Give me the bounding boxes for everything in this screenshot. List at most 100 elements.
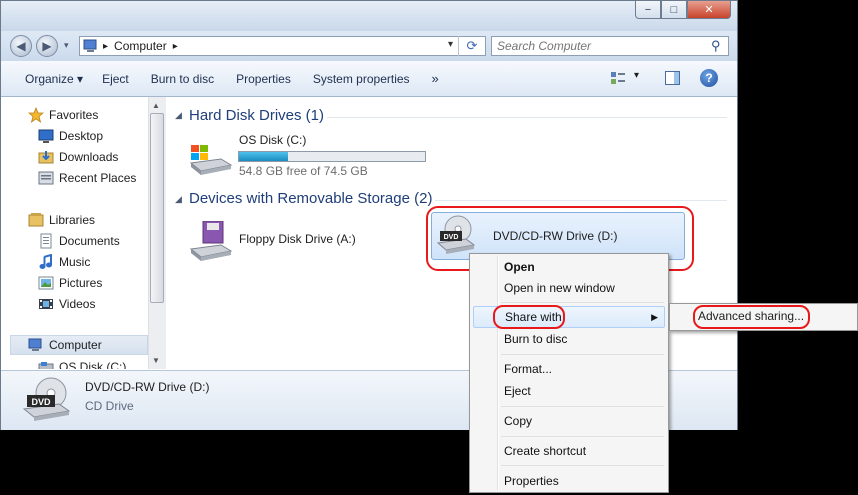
recent-places-icon: [38, 170, 54, 186]
breadcrumb-computer[interactable]: Computer: [114, 39, 167, 53]
downloads-folder-icon: [38, 149, 54, 165]
highlight-ring-advanced-sharing: [693, 305, 810, 329]
nav-os-disk[interactable]: OS Disk (C:): [38, 357, 126, 369]
highlight-ring-share-with: [493, 305, 565, 329]
help-icon[interactable]: ?: [700, 69, 718, 87]
preview-pane-icon[interactable]: [665, 71, 680, 85]
floppy-drive-name[interactable]: Floppy Disk Drive (A:): [239, 232, 356, 246]
title-bar[interactable]: − □ ✕: [1, 1, 737, 31]
hard-disk-icon: [38, 359, 54, 369]
nav-libraries[interactable]: Libraries: [28, 210, 95, 230]
nav-label: Libraries: [49, 213, 96, 227]
organize-button[interactable]: Organize ▾: [1, 72, 94, 86]
collapse-hdd-icon[interactable]: ◢: [175, 110, 182, 121]
search-icon[interactable]: ⚲: [711, 38, 721, 54]
menu-open-new-window[interactable]: Open in new window: [473, 277, 665, 299]
forward-arrow-icon: ▶: [42, 39, 52, 53]
context-menu: Open Open in new window Share with ▶ Bur…: [469, 253, 669, 493]
more-commands-button[interactable]: »: [421, 71, 450, 86]
details-drive-name: DVD/CD-RW Drive (D:): [85, 380, 210, 394]
forward-button[interactable]: ▶: [36, 35, 58, 57]
desktop-icon: [38, 128, 54, 144]
nav-label: Recent Places: [59, 171, 137, 185]
nav-label: Downloads: [59, 150, 119, 164]
minimize-button[interactable]: −: [635, 1, 661, 19]
menu-separator: [501, 354, 664, 355]
menu-separator: [501, 436, 664, 437]
nav-label: OS Disk (C:): [59, 360, 127, 369]
nav-label: Documents: [59, 234, 120, 248]
computer-icon: [83, 39, 97, 52]
properties-button[interactable]: Properties: [225, 72, 302, 86]
os-disk-name[interactable]: OS Disk (C:): [239, 133, 306, 147]
refresh-icon[interactable]: ⟳: [458, 36, 485, 56]
address-box[interactable]: ▸ Computer ▸ ▾ ⟳: [79, 36, 486, 56]
view-options-dropdown-icon[interactable]: ▾: [634, 70, 639, 81]
nav-desktop[interactable]: Desktop: [38, 126, 103, 146]
search-input[interactable]: [492, 38, 711, 54]
menu-separator: [501, 465, 664, 466]
change-view-icon[interactable]: [610, 70, 626, 86]
breadcrumb-trail-arrow-icon[interactable]: ▸: [173, 41, 178, 52]
nav-label: Computer: [49, 338, 102, 352]
nav-recent-places[interactable]: Recent Places: [38, 168, 136, 188]
floppy-drive-icon[interactable]: [187, 220, 233, 263]
nav-label: Pictures: [59, 276, 103, 290]
dvd-badge: DVD: [31, 397, 51, 407]
menu-burn-to-disc[interactable]: Burn to disc: [473, 328, 665, 350]
nav-documents[interactable]: Documents: [38, 231, 120, 251]
close-button[interactable]: ✕: [687, 1, 731, 19]
system-properties-button[interactable]: System properties: [302, 72, 421, 86]
scroll-down-icon[interactable]: ▼: [152, 356, 160, 365]
menu-properties[interactable]: Properties: [473, 470, 665, 492]
menu-format[interactable]: Format...: [473, 358, 665, 380]
os-disk-usage-bar: [238, 151, 426, 162]
pictures-icon: [38, 275, 54, 291]
eject-button[interactable]: Eject: [94, 72, 140, 86]
nav-scrollbar[interactable]: ▲ ▼: [148, 97, 166, 369]
caption-buttons: − □ ✕: [635, 1, 731, 19]
breadcrumb-arrow-icon[interactable]: ▸: [103, 41, 108, 52]
star-icon: [27, 106, 45, 123]
group-header-hdd[interactable]: Hard Disk Drives (1): [189, 107, 324, 124]
nav-videos[interactable]: Videos: [38, 294, 95, 314]
videos-icon: [38, 296, 54, 312]
hard-disk-drive-icon[interactable]: [187, 141, 233, 177]
nav-computer[interactable]: Computer: [10, 335, 148, 355]
nav-label: Music: [59, 255, 91, 269]
menu-create-shortcut[interactable]: Create shortcut: [473, 440, 665, 462]
computer-icon: [28, 337, 44, 353]
nav-music[interactable]: Music: [38, 252, 90, 272]
nav-pictures[interactable]: Pictures: [38, 273, 102, 293]
menu-copy[interactable]: Copy: [473, 410, 665, 432]
nav-label: Videos: [59, 297, 96, 311]
back-button[interactable]: ◀: [10, 35, 32, 57]
search-box[interactable]: ⚲: [491, 36, 729, 56]
libraries-icon: [28, 212, 44, 228]
scroll-up-icon[interactable]: ▲: [152, 101, 160, 110]
back-arrow-icon: ◀: [16, 39, 26, 53]
menu-open[interactable]: Open: [473, 256, 665, 278]
scroll-thumb[interactable]: [150, 113, 164, 303]
address-dropdown-icon[interactable]: ▾: [448, 39, 453, 50]
maximize-button[interactable]: □: [661, 1, 687, 19]
music-icon: [38, 253, 54, 270]
menu-eject[interactable]: Eject: [473, 380, 665, 402]
details-drive-type: CD Drive: [85, 399, 134, 413]
nav-downloads[interactable]: Downloads: [38, 147, 118, 167]
nav-label: Favorites: [49, 108, 99, 122]
group-divider: [435, 200, 727, 201]
menu-separator: [501, 302, 664, 303]
documents-icon: [38, 233, 54, 249]
nav-label: Desktop: [59, 129, 104, 143]
navigation-pane: Favorites Desktop Downloads Recent Place…: [1, 97, 166, 369]
menu-separator: [501, 406, 664, 407]
burn-to-disc-button[interactable]: Burn to disc: [140, 72, 225, 86]
nav-favorites[interactable]: Favorites: [27, 105, 99, 125]
os-disk-usage-fill: [239, 152, 289, 161]
submenu-arrow-icon: ▶: [651, 311, 658, 322]
recent-pages-icon[interactable]: ▾: [64, 40, 69, 51]
dvd-drive-large-icon: DVD: [22, 377, 71, 421]
group-header-removable[interactable]: Devices with Removable Storage (2): [189, 190, 432, 207]
collapse-removable-icon[interactable]: ◢: [175, 194, 182, 205]
